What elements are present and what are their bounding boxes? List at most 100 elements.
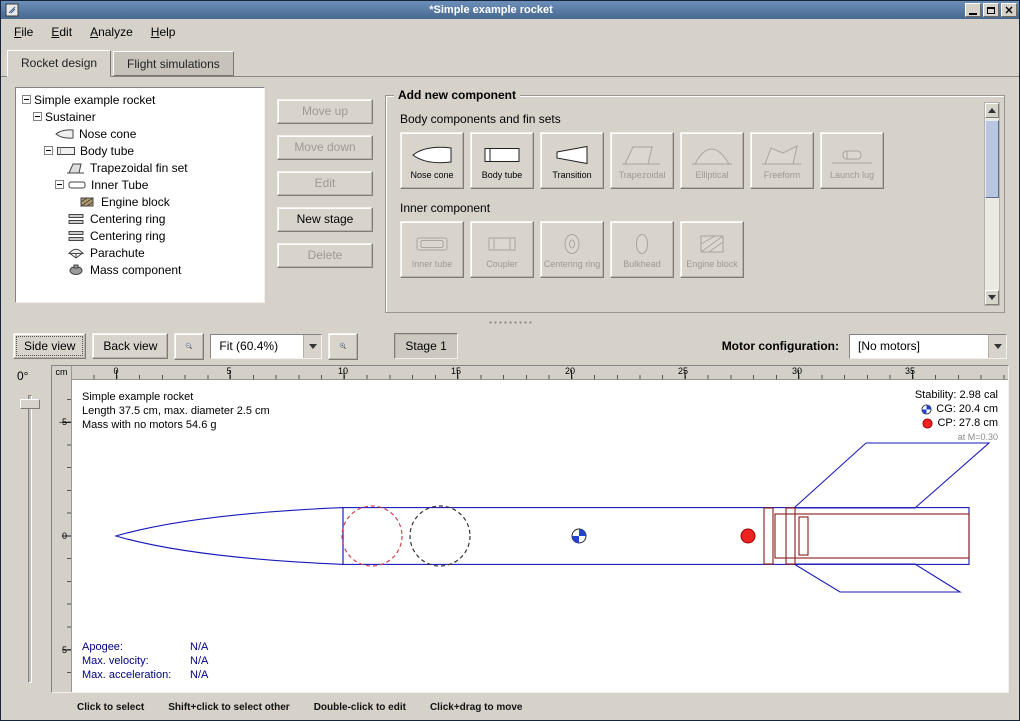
- cg-icon: [921, 404, 932, 415]
- add-component-title: Add new component: [394, 88, 520, 102]
- trapezoidal-fin-icon: [619, 142, 665, 168]
- zoom-out-button[interactable]: [174, 333, 204, 360]
- tree-item-nose-cone[interactable]: Nose cone: [18, 125, 262, 142]
- zoom-in-button[interactable]: [328, 333, 358, 360]
- fin-lower-outline[interactable]: [794, 564, 960, 592]
- component-scrollbar[interactable]: [984, 102, 1000, 306]
- apogee-label: Apogee:: [82, 640, 188, 654]
- tree-expander[interactable]: [33, 112, 42, 121]
- close-button[interactable]: [1001, 3, 1017, 17]
- stage-1-toggle[interactable]: Stage 1: [394, 333, 457, 359]
- add-transition-button[interactable]: Transition: [540, 132, 604, 189]
- zoom-level-select[interactable]: Fit (60.4%): [210, 334, 322, 359]
- tree-item-mass-component[interactable]: Mass component: [18, 261, 262, 278]
- engine-block-outline[interactable]: [799, 517, 808, 555]
- launch-lug-icon: [829, 142, 875, 168]
- combo-arrow[interactable]: [988, 335, 1006, 358]
- tree-expander[interactable]: [55, 180, 64, 189]
- add-trapezoidal-fin-button: Trapezoidal: [610, 132, 674, 189]
- max-acceleration-label: Max. acceleration:: [82, 668, 188, 682]
- tree-item-rocket[interactable]: Simple example rocket: [18, 91, 262, 108]
- minimize-button[interactable]: [965, 3, 981, 17]
- menu-help[interactable]: Help: [142, 22, 185, 42]
- tree-expander[interactable]: [22, 95, 31, 104]
- cp-icon: [922, 418, 933, 429]
- scrollbar-thumb[interactable]: [985, 120, 999, 198]
- tab-rocket-design[interactable]: Rocket design: [7, 50, 111, 77]
- split-divider[interactable]: [1, 317, 1019, 327]
- tree-item-centering-ring-1[interactable]: Centering ring: [18, 210, 262, 227]
- centering-ring-2-outline[interactable]: [786, 508, 795, 564]
- tree-item-inner-tube[interactable]: Inner Tube: [18, 176, 262, 193]
- add-body-tube-button[interactable]: Body tube: [470, 132, 534, 189]
- inner-tube-icon: [67, 179, 87, 191]
- zoom-in-icon: [339, 336, 347, 356]
- coupler-icon: [479, 231, 525, 257]
- scroll-up-button[interactable]: [985, 103, 999, 118]
- app-window: *Simple example rocket File Edit Analyze…: [0, 0, 1020, 721]
- chevron-down-icon: [309, 344, 317, 349]
- zoom-out-icon: [185, 336, 193, 356]
- scrollbar-track[interactable]: [985, 118, 999, 290]
- mass-component-outline[interactable]: [410, 506, 470, 566]
- menu-file[interactable]: File: [5, 22, 42, 42]
- inner-tube-outline[interactable]: [775, 514, 969, 558]
- tabstrip: Rocket design Flight simulations: [1, 45, 1019, 77]
- component-tree[interactable]: Simple example rocket Sustainer Nose con…: [15, 87, 265, 303]
- maximize-button[interactable]: [983, 3, 999, 17]
- parachute-icon: [66, 247, 86, 259]
- fin-upper-outline[interactable]: [794, 443, 989, 508]
- parachute-outline[interactable]: [342, 506, 402, 566]
- rotation-control: 0°: [11, 365, 51, 697]
- rotation-slider-thumb[interactable]: [20, 399, 40, 409]
- add-engine-block-button: Engine block: [680, 221, 744, 278]
- menu-analyze[interactable]: Analyze: [81, 22, 142, 42]
- back-view-button[interactable]: Back view: [92, 333, 168, 359]
- stability-info: Stability: 2.98 cal CG: 20.4 cm CP: 27.8…: [915, 388, 998, 444]
- splitter-grip[interactable]: [488, 320, 532, 325]
- add-centering-ring-button: Centering ring: [540, 221, 604, 278]
- add-launch-lug-button: Launch lug: [820, 132, 884, 189]
- tree-item-engine-block[interactable]: Engine block: [18, 193, 262, 210]
- rotation-slider-track[interactable]: [28, 395, 32, 683]
- hint-click-select: Click to select: [77, 702, 144, 713]
- diagram-area: 0° 0 5 10 15 20 25 30 35 cm -5 0: [1, 365, 1019, 697]
- window-icon[interactable]: [5, 3, 19, 17]
- design-panel: Simple example rocket Sustainer Nose con…: [1, 77, 1019, 317]
- inner-components-row: Inner tube Coupler Centering ring Bulkhe…: [400, 221, 976, 278]
- rotation-value: 0°: [17, 369, 28, 383]
- motor-configuration-select[interactable]: [No motors]: [849, 334, 1007, 359]
- view-toolbar: Side view Back view Fit (60.4%) Stage 1 …: [1, 327, 1019, 365]
- body-tube-outline[interactable]: [343, 508, 969, 565]
- tree-item-fin-set[interactable]: Trapezoidal fin set: [18, 159, 262, 176]
- window-title: *Simple example rocket: [19, 1, 963, 19]
- nose-cone-outline[interactable]: [116, 508, 343, 565]
- tree-expander[interactable]: [44, 146, 53, 155]
- nose-cone-icon: [55, 128, 75, 140]
- combo-arrow[interactable]: [303, 335, 321, 358]
- tree-item-sustainer[interactable]: Sustainer: [18, 108, 262, 125]
- menu-edit[interactable]: Edit: [42, 22, 81, 42]
- add-nose-cone-button[interactable]: Nose cone: [400, 132, 464, 189]
- cg-marker: [572, 529, 586, 543]
- centering-ring-icon: [66, 230, 86, 242]
- arrow-down-icon: [988, 295, 996, 300]
- tab-flight-simulations[interactable]: Flight simulations: [113, 51, 234, 76]
- tree-item-parachute[interactable]: Parachute: [18, 244, 262, 261]
- move-down-button: Move down: [277, 135, 373, 160]
- mach-condition: at M=0.30: [915, 430, 998, 444]
- add-elliptical-fin-button: Elliptical: [680, 132, 744, 189]
- scroll-down-button[interactable]: [985, 290, 999, 305]
- centering-ring-1-outline[interactable]: [764, 508, 773, 564]
- horizontal-ruler: 0 5 10 15 20 25 30 35: [52, 366, 1008, 380]
- tree-item-centering-ring-2[interactable]: Centering ring: [18, 227, 262, 244]
- new-stage-button[interactable]: New stage: [277, 207, 373, 232]
- body-components-row: Nose cone Body tube Transition Trapezoid…: [400, 132, 976, 189]
- tree-item-body-tube[interactable]: Body tube: [18, 142, 262, 159]
- rocket-canvas[interactable]: 0 5 10 15 20 25 30 35 cm -5 0 5: [51, 365, 1009, 693]
- elliptical-fin-icon: [689, 142, 735, 168]
- inner-component-label: Inner component: [400, 201, 976, 215]
- move-up-button: Move up: [277, 99, 373, 124]
- cp-value: CP: 27.8 cm: [915, 416, 998, 430]
- side-view-button[interactable]: Side view: [13, 333, 86, 359]
